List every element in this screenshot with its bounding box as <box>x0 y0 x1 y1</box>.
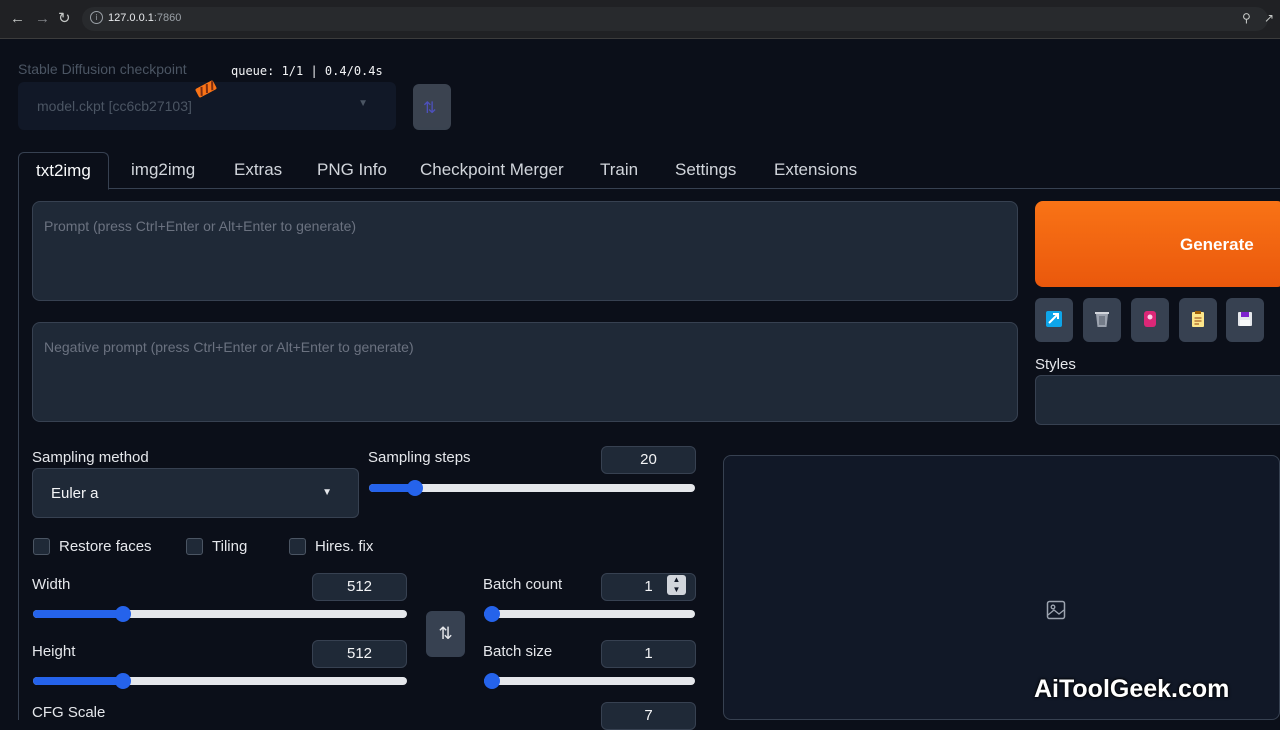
slider-thumb[interactable] <box>114 673 131 689</box>
save-style-button[interactable] <box>1226 298 1264 342</box>
save-icon <box>1226 310 1264 333</box>
checkpoint-label: Stable Diffusion checkpoint <box>18 61 187 77</box>
width-input[interactable]: 512 <box>312 573 407 601</box>
batch-size-label: Batch size <box>483 643 553 660</box>
swap-dimensions-button[interactable]: ⇅ <box>426 611 465 657</box>
sampling-method-dropdown[interactable]: Euler a ▼ <box>32 468 359 518</box>
styles-dropdown[interactable] <box>1035 375 1280 425</box>
width-slider[interactable] <box>33 604 407 624</box>
zoom-icon[interactable]: ⚲ <box>1242 11 1251 25</box>
info-icon[interactable]: i <box>90 11 103 24</box>
arrow-check-icon <box>1035 310 1073 333</box>
extra-networks-button[interactable] <box>1131 298 1169 342</box>
generate-button[interactable]: Generate <box>1035 201 1280 287</box>
prompt-input[interactable]: Prompt (press Ctrl+Enter or Alt+Enter to… <box>32 201 1018 301</box>
slider-thumb[interactable] <box>114 606 131 622</box>
forward-arrow-icon[interactable]: → <box>35 10 50 28</box>
refresh-icon: ⇅ <box>423 100 437 117</box>
height-input[interactable]: 512 <box>312 640 407 668</box>
pink-badge-icon <box>1131 310 1169 333</box>
cfg-scale-label: CFG Scale <box>32 704 106 721</box>
cfg-scale-input[interactable]: 7 <box>601 702 696 730</box>
tiling-option[interactable]: Tiling <box>186 536 276 558</box>
checkpoint-value: model.ckpt [cc6cb27103] <box>37 98 192 114</box>
tab-png-info[interactable]: PNG Info <box>317 152 387 188</box>
reload-icon[interactable]: ↻ <box>58 10 71 28</box>
back-arrow-icon[interactable]: ← <box>10 10 25 28</box>
number-stepper-icon[interactable]: ▲ ▼ <box>667 575 686 595</box>
chevron-down-icon: ▼ <box>322 487 332 498</box>
interrogate-button[interactable] <box>1035 298 1073 342</box>
slider-thumb[interactable] <box>406 480 423 496</box>
sampling-steps-slider[interactable] <box>369 478 695 498</box>
trash-icon <box>1083 310 1121 333</box>
batch-count-slider[interactable] <box>484 604 695 624</box>
clipboard-icon <box>1179 310 1217 333</box>
width-label: Width <box>32 576 71 593</box>
styles-label: Styles <box>1035 356 1076 373</box>
negative-prompt-input[interactable]: Negative prompt (press Ctrl+Enter or Alt… <box>32 322 1018 422</box>
sampling-method-value: Euler a <box>51 485 99 502</box>
tab-settings[interactable]: Settings <box>675 152 736 188</box>
image-placeholder-icon <box>1046 600 1066 620</box>
url-text: 127.0.0.1:7860 <box>108 12 182 24</box>
tab-txt2img[interactable]: txt2img <box>18 152 109 190</box>
slider-thumb[interactable] <box>484 673 500 689</box>
tab-extensions[interactable]: Extensions <box>774 152 857 188</box>
height-slider[interactable] <box>33 671 407 691</box>
browser-toolbar: ← → ↻ i 127.0.0.1:7860 ⚲ ↗ <box>0 0 1280 39</box>
sampling-steps-label: Sampling steps <box>368 449 471 466</box>
swap-arrows-icon: ⇅ <box>438 624 453 643</box>
watermark: AiToolGeek.com <box>1034 675 1230 703</box>
hires-fix-checkbox[interactable] <box>289 538 306 555</box>
slider-thumb[interactable] <box>484 606 500 622</box>
queue-status: queue: 1/1 | 0.4/0.4s <box>231 64 383 78</box>
restore-faces-option[interactable]: Restore faces <box>33 536 173 558</box>
share-icon[interactable]: ↗ <box>1264 11 1274 25</box>
address-bar[interactable]: i 127.0.0.1:7860 ⚲ ↗ <box>82 7 1274 31</box>
tab-train[interactable]: Train <box>600 152 638 188</box>
tab-img2img[interactable]: img2img <box>131 152 195 188</box>
panel-border <box>18 188 19 720</box>
batch-size-input[interactable]: 1 <box>601 640 696 668</box>
sampling-steps-input[interactable]: 20 <box>601 446 696 474</box>
restore-faces-checkbox[interactable] <box>33 538 50 555</box>
sampling-method-label: Sampling method <box>32 449 149 466</box>
batch-count-label: Batch count <box>483 576 563 593</box>
batch-size-slider[interactable] <box>484 671 695 691</box>
hires-fix-option[interactable]: Hires. fix <box>289 536 389 558</box>
main-tabs: txt2img img2img Extras PNG Info Checkpoi… <box>18 152 1280 190</box>
apply-style-button[interactable] <box>1179 298 1217 342</box>
refresh-checkpoint-button[interactable]: ⇅ <box>413 84 451 130</box>
tab-extras[interactable]: Extras <box>234 152 282 188</box>
clear-prompt-button[interactable] <box>1083 298 1121 342</box>
tiling-checkbox[interactable] <box>186 538 203 555</box>
tab-checkpoint-merger[interactable]: Checkpoint Merger <box>420 152 564 188</box>
chevron-down-icon: ▼ <box>358 98 368 109</box>
height-label: Height <box>32 643 76 660</box>
